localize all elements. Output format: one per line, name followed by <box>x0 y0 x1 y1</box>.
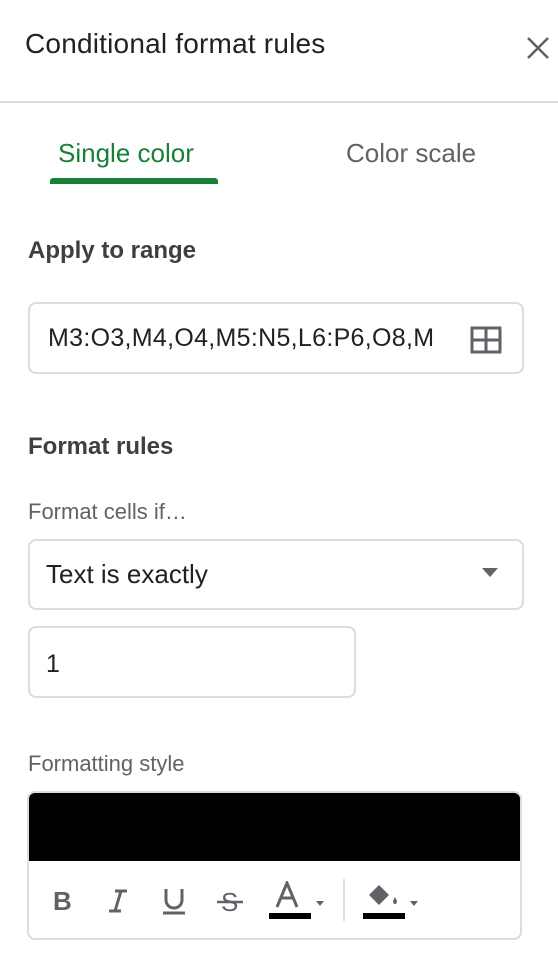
strikethrough-button[interactable]: S <box>213 881 247 921</box>
underline-icon <box>163 889 185 915</box>
bold-button[interactable]: B <box>45 881 79 921</box>
style-preview[interactable] <box>29 793 520 861</box>
range-value[interactable]: M3:O3,M4,O4,M5:N5,L6:P6,O8,M <box>48 324 466 353</box>
formatting-style-label: Formatting style <box>28 751 185 776</box>
bold-icon: B <box>53 887 72 915</box>
svg-text:B: B <box>53 887 72 915</box>
fill-color-icon <box>363 885 418 919</box>
panel-title: Conditional format rules <box>25 28 326 59</box>
italic-button[interactable] <box>101 881 135 921</box>
grid-select-icon <box>470 326 502 354</box>
condition-dropdown[interactable]: Text is exactly <box>28 539 524 610</box>
close-button[interactable] <box>520 30 556 66</box>
condition-value-text[interactable]: 1 <box>46 650 60 679</box>
strikethrough-icon: S <box>217 887 243 916</box>
underline-button[interactable] <box>157 881 191 921</box>
fill-color-button[interactable] <box>355 881 423 921</box>
tab-color-scale[interactable]: Color scale <box>346 138 476 169</box>
text-color-button[interactable] <box>261 881 329 921</box>
italic-icon <box>109 889 127 913</box>
formatting-style-box: B S <box>27 791 522 940</box>
condition-selected-value: Text is exactly <box>46 559 208 589</box>
style-toolbar: B S <box>29 861 520 938</box>
dropdown-arrow-icon <box>482 568 498 577</box>
text-color-icon <box>269 881 324 919</box>
select-range-button[interactable] <box>470 326 502 354</box>
toolbar-divider <box>343 879 345 921</box>
panel-header: Conditional format rules <box>0 0 558 103</box>
condition-value-input[interactable]: 1 <box>28 626 356 698</box>
close-icon <box>527 37 549 59</box>
format-cells-if-label: Format cells if… <box>28 499 187 524</box>
range-input[interactable]: M3:O3,M4,O4,M5:N5,L6:P6,O8,M <box>28 302 524 374</box>
active-tab-indicator <box>50 178 218 184</box>
tab-single-color[interactable]: Single color <box>58 138 194 169</box>
format-rules-heading: Format rules <box>28 433 174 460</box>
apply-to-range-heading: Apply to range <box>28 237 197 264</box>
